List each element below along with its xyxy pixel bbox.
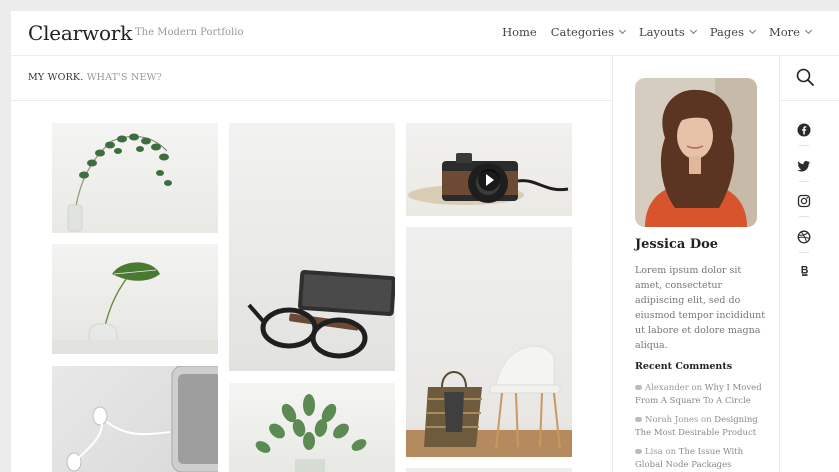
search-icon[interactable]: [795, 67, 815, 87]
social-separator: [799, 181, 809, 182]
recent-comments-list: Alexander on Why I Moved From A Square T…: [635, 382, 770, 472]
comment-item: Alexander on Why I Moved From A Square T…: [635, 382, 770, 408]
gallery-item-glasses[interactable]: [229, 123, 395, 371]
nav-item-label: Pages: [709, 25, 744, 39]
profile-bio: Lorem ipsum dolor sit amet, consectetur …: [635, 265, 766, 351]
chevron-down-icon: [748, 26, 757, 35]
gallery-item-earphones[interactable]: [52, 366, 218, 472]
chevron-down-icon: [618, 26, 627, 35]
nav-item-label: Categories: [550, 25, 614, 39]
comment-author[interactable]: Alexander: [645, 383, 689, 393]
page-frame: Clearwork The Modern Portfolio Home Cate…: [11, 11, 839, 472]
nav-item-more[interactable]: More: [768, 25, 813, 39]
comment-icon: [635, 417, 642, 422]
glasses-image: [247, 269, 395, 359]
comment-item: Lisa on The Issue With Global Node Packa…: [635, 446, 770, 472]
social-separator: [799, 145, 809, 146]
main-nav: Home Categories Layouts Pages More: [502, 25, 813, 39]
comment-on: on: [665, 447, 677, 457]
plant-image: [52, 262, 218, 354]
section-title-secondary: WHAT'S NEW?: [86, 72, 162, 83]
social-separator: [799, 252, 809, 253]
social-separator: [799, 216, 809, 217]
comment-author[interactable]: Norah Jones: [645, 415, 698, 425]
site-tagline: The Modern Portfolio: [135, 27, 244, 38]
gallery-item-partial[interactable]: [406, 468, 572, 472]
gallery-item-chair[interactable]: [406, 227, 572, 457]
nav-item-label: More: [768, 25, 800, 39]
site-logo[interactable]: Clearwork: [28, 21, 132, 45]
rail-divider: [779, 56, 780, 472]
behance-icon[interactable]: [797, 263, 811, 277]
section-title-primary: MY WORK.: [28, 72, 84, 83]
gallery-item-eucalyptus[interactable]: [52, 123, 218, 233]
chair-image: [406, 345, 572, 457]
content-divider: [612, 56, 613, 472]
nav-item-home[interactable]: Home: [502, 25, 537, 39]
comment-author[interactable]: Lisa: [645, 447, 663, 457]
comment-icon: [635, 385, 642, 390]
rail-separator: [780, 100, 839, 101]
nav-item-pages[interactable]: Pages: [709, 25, 757, 39]
camera-image: [408, 153, 569, 205]
comment-icon: [635, 449, 642, 454]
chevron-down-icon: [689, 26, 697, 35]
comment-on: on: [691, 383, 703, 393]
earphones-image: [66, 366, 218, 472]
gallery-item-bouquet[interactable]: [229, 383, 395, 472]
plant-image: [255, 394, 367, 472]
comment-item: Norah Jones on Designing The Most Desira…: [635, 414, 770, 440]
profile-photo-image: [635, 78, 757, 227]
recent-comments-title: Recent Comments: [635, 361, 733, 372]
nav-item-label: Layouts: [638, 25, 685, 39]
gallery-item-monstera[interactable]: [52, 244, 218, 354]
plant-image: [67, 133, 172, 232]
twitter-icon[interactable]: [797, 158, 811, 172]
nav-item-categories[interactable]: Categories: [550, 25, 627, 39]
comment-on: on: [700, 415, 712, 425]
site-header: Clearwork The Modern Portfolio Home Cate…: [11, 11, 839, 56]
section-header: MY WORK. WHAT'S NEW?: [11, 56, 612, 101]
instagram-icon[interactable]: [797, 193, 811, 208]
chevron-down-icon: [804, 26, 813, 35]
nav-item-layouts[interactable]: Layouts: [638, 25, 697, 39]
dribbble-icon[interactable]: [797, 229, 811, 244]
facebook-icon[interactable]: [797, 122, 811, 137]
profile-name[interactable]: Jessica Doe: [635, 237, 718, 252]
section-title: MY WORK. WHAT'S NEW?: [28, 72, 162, 83]
gallery-item-camera[interactable]: [406, 123, 572, 216]
nav-item-label: Home: [502, 25, 537, 39]
profile-avatar: [635, 78, 757, 227]
